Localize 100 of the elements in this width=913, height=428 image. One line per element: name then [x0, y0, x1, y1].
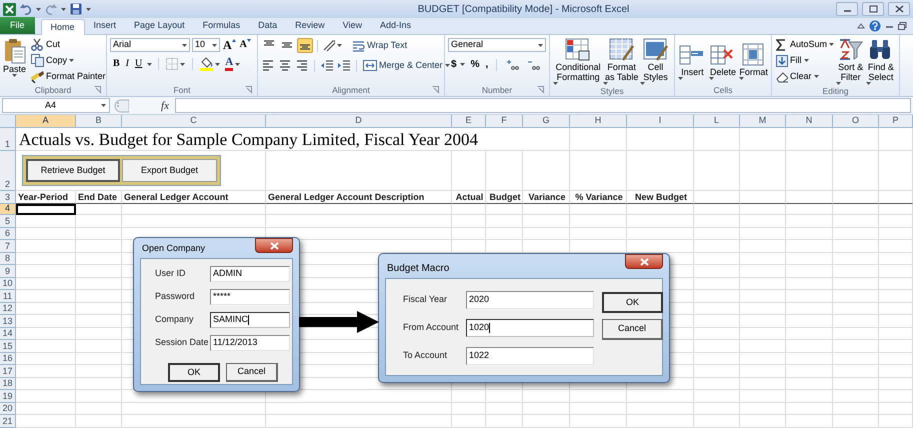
ribbon-tab[interactable]: File	[0, 17, 35, 34]
dialog-launcher-icon[interactable]	[94, 86, 102, 94]
ribbon-tab[interactable]: Insert	[84, 18, 126, 34]
cell-styles-button[interactable]: Cell Styles	[640, 38, 671, 85]
delete-button[interactable]: Delete	[708, 38, 738, 84]
align-left-button[interactable]	[261, 59, 275, 72]
number-format-dropdown[interactable]: General	[448, 38, 546, 52]
column-header[interactable]: G	[523, 115, 570, 128]
autosum-button[interactable]: AutoSum	[775, 38, 836, 51]
cut-button[interactable]: Cut	[30, 38, 107, 51]
row-header[interactable]: 8	[0, 252, 16, 265]
column-header[interactable]: E	[452, 115, 486, 128]
format-painter-button[interactable]: Format Painter	[30, 70, 107, 83]
dialog-button[interactable]: OK	[168, 363, 220, 382]
select-all-corner[interactable]	[0, 115, 16, 128]
dialog-button[interactable]: Cancel	[602, 319, 663, 340]
row-header[interactable]: 12	[0, 302, 16, 315]
ribbon-tab[interactable]: Page Layout	[125, 18, 194, 34]
conditional-formatting-button[interactable]: Conditional Formatting	[553, 38, 604, 85]
format-button[interactable]: Format	[739, 38, 768, 84]
dialog-button[interactable]: Cancel	[226, 363, 278, 382]
find-select-button[interactable]: Find & Select	[866, 38, 896, 85]
help-icon[interactable]	[869, 20, 881, 32]
input-field[interactable]: ADMIN	[210, 266, 290, 282]
row-header[interactable]: 1	[0, 128, 16, 151]
italic-button[interactable]: I	[124, 58, 130, 70]
splitter-icon[interactable]	[113, 98, 129, 112]
close-button[interactable]	[625, 254, 663, 269]
row-header[interactable]: 3	[0, 191, 16, 204]
row-header[interactable]: 11	[0, 290, 16, 302]
dialog-launcher-icon[interactable]	[245, 86, 253, 94]
percent-button[interactable]: %	[470, 58, 480, 70]
column-header[interactable]: A	[16, 115, 76, 128]
row-header[interactable]: 20	[0, 402, 16, 415]
row-header[interactable]: 2	[0, 151, 16, 191]
ribbon-tab[interactable]: Home	[40, 19, 85, 35]
minimize-button[interactable]	[836, 2, 858, 16]
close-button[interactable]	[888, 2, 910, 16]
column-header[interactable]: F	[486, 115, 523, 128]
fill-button[interactable]: Fill	[775, 54, 836, 67]
grow-font-button[interactable]: A	[222, 39, 237, 51]
format-as-table-button[interactable]: Format as Table	[603, 38, 640, 85]
row-header[interactable]: 15	[0, 340, 16, 352]
row-header[interactable]: 14	[0, 328, 16, 340]
column-header[interactable]: O	[833, 115, 879, 128]
copy-button[interactable]: Copy	[30, 54, 107, 67]
ribbon-tab[interactable]: Review	[286, 18, 334, 34]
borders-button[interactable]	[165, 58, 186, 70]
ribbon-tab[interactable]: View	[334, 18, 371, 34]
insert-function-button[interactable]: fx	[132, 100, 172, 112]
row-header[interactable]: 19	[0, 390, 16, 402]
row-header[interactable]: 17	[0, 365, 16, 378]
align-right-button[interactable]	[295, 59, 309, 72]
row-header[interactable]: 18	[0, 378, 16, 390]
ribbon-tab[interactable]: Add-Ins	[371, 18, 420, 34]
insert-button[interactable]: Insert	[678, 38, 707, 84]
ribbon-tab[interactable]: Data	[249, 18, 286, 34]
column-header[interactable]: L	[694, 115, 740, 128]
macro-button[interactable]: Retrieve Budget	[26, 159, 120, 182]
column-header[interactable]: D	[266, 115, 452, 128]
row-header[interactable]: 5	[0, 215, 16, 228]
row-header[interactable]: 9	[0, 265, 16, 278]
close-button[interactable]	[255, 238, 293, 253]
font-color-button[interactable]: A	[225, 57, 240, 71]
input-field[interactable]: 2020	[466, 291, 594, 309]
input-field[interactable]: 1020	[466, 319, 594, 337]
currency-button[interactable]: $	[451, 58, 465, 70]
fill-color-button[interactable]	[199, 58, 222, 70]
bold-button[interactable]: B	[112, 58, 121, 70]
font-size-dropdown[interactable]: 10	[192, 38, 220, 52]
column-header[interactable]: P	[879, 115, 913, 128]
row-header[interactable]: 4	[0, 204, 16, 215]
column-header[interactable]: N	[786, 115, 833, 128]
input-field[interactable]: 11/12/2013	[210, 335, 290, 351]
redo-icon[interactable]	[45, 3, 57, 15]
column-header[interactable]: B	[76, 115, 122, 128]
row-header[interactable]: 7	[0, 240, 16, 252]
center-button[interactable]	[278, 59, 292, 72]
collapse-ribbon-icon[interactable]	[857, 23, 865, 29]
column-header[interactable]: I	[627, 115, 694, 128]
bottom-align-button[interactable]	[297, 38, 313, 53]
row-header[interactable]: 13	[0, 315, 16, 328]
dialog-button[interactable]: OK	[602, 292, 663, 313]
increase-decimal-button[interactable]	[505, 58, 520, 71]
dialog-launcher-icon[interactable]	[537, 86, 545, 94]
row-header[interactable]: 6	[0, 228, 16, 240]
row-header[interactable]: 16	[0, 352, 16, 365]
column-header[interactable]: H	[570, 115, 627, 128]
active-cell[interactable]	[16, 204, 76, 215]
input-field[interactable]: SAMINC	[210, 312, 290, 328]
comma-button[interactable]: ,	[485, 58, 488, 70]
input-field[interactable]: *****	[210, 289, 290, 305]
underline-button[interactable]: U	[134, 58, 144, 70]
name-box[interactable]: A4	[2, 98, 110, 113]
ribbon-tab[interactable]: Formulas	[194, 18, 250, 34]
app-logo-icon[interactable]	[3, 2, 16, 16]
input-field[interactable]: 1022	[466, 347, 594, 365]
sort-filter-button[interactable]: Sort & Filter	[836, 38, 866, 85]
decrease-indent-button[interactable]	[320, 59, 334, 72]
shrink-font-button[interactable]: A	[238, 39, 252, 51]
